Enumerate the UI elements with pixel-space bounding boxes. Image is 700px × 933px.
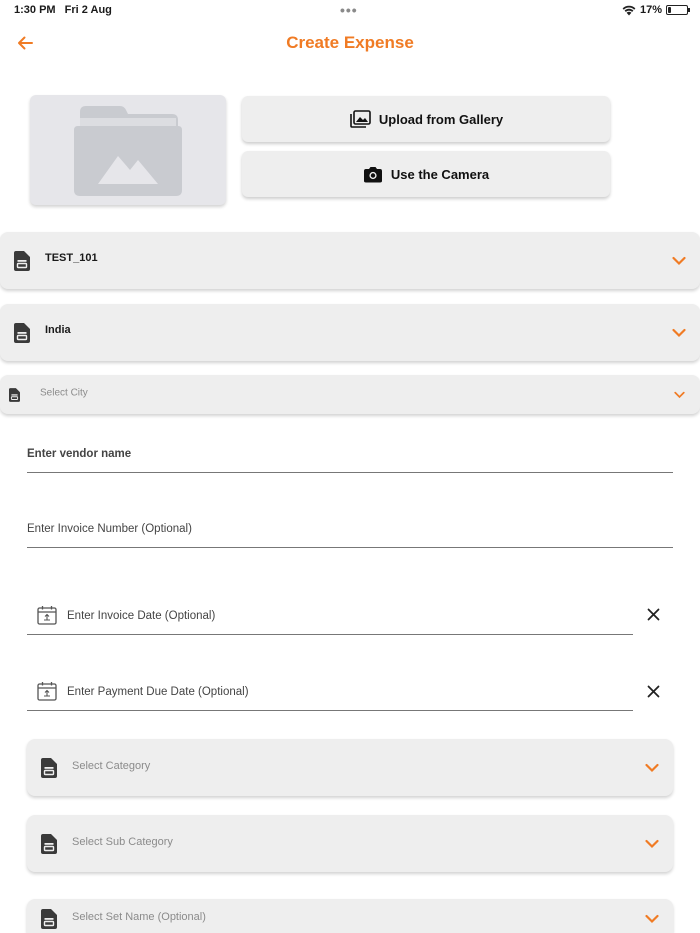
- category-select-placeholder: Select Category: [72, 759, 151, 772]
- vendor-name-field[interactable]: Enter vendor name: [27, 430, 673, 473]
- receipt-image-preview[interactable]: [30, 95, 226, 205]
- invoice-number-field[interactable]: Enter Invoice Number (Optional): [27, 505, 673, 548]
- city-select[interactable]: Select City: [0, 375, 700, 414]
- payment-due-date-placeholder: Enter Payment Due Date (Optional): [67, 686, 249, 698]
- upload-from-gallery-label: Upload from Gallery: [378, 111, 504, 127]
- status-date: Fri 2 Aug: [64, 4, 112, 16]
- header: Create Expense: [0, 28, 700, 60]
- upload-from-gallery-button[interactable]: Upload from Gallery: [242, 96, 610, 142]
- wifi-icon: [622, 5, 636, 15]
- folder-image-icon: [74, 106, 182, 196]
- camera-icon: [363, 166, 382, 182]
- chevron-down-icon: [645, 839, 659, 848]
- payment-due-date-field[interactable]: Enter Payment Due Date (Optional): [27, 668, 633, 711]
- calendar-icon: [37, 682, 57, 701]
- chevron-down-icon: [645, 914, 659, 924]
- invoice-number-placeholder: Enter Invoice Number (Optional): [27, 523, 192, 535]
- document-icon: [41, 833, 57, 854]
- status-left: 1:30 PM Fri 2 Aug: [14, 4, 118, 16]
- document-icon: [41, 909, 57, 929]
- calendar-icon: [37, 606, 57, 625]
- page-title: Create Expense: [286, 33, 414, 52]
- gallery-icon: [350, 110, 371, 128]
- invoice-date-placeholder: Enter Invoice Date (Optional): [67, 610, 216, 622]
- clear-invoice-date-button[interactable]: [642, 603, 664, 625]
- chevron-down-icon: [674, 391, 685, 398]
- sub-category-select[interactable]: Select Sub Category: [27, 815, 673, 872]
- chevron-down-icon: [672, 256, 686, 265]
- multitasking-dots-icon[interactable]: •••: [340, 2, 358, 18]
- category-select[interactable]: Select Category: [27, 739, 673, 796]
- country-select[interactable]: India: [0, 304, 700, 361]
- invoice-date-field[interactable]: Enter Invoice Date (Optional): [27, 592, 633, 635]
- document-icon: [9, 387, 20, 402]
- battery-percent: 17%: [639, 4, 662, 16]
- status-bar: 1:30 PM Fri 2 Aug ••• 17%: [0, 0, 700, 22]
- status-right: 17%: [622, 4, 690, 16]
- project-select-value: TEST_101: [45, 251, 98, 264]
- close-icon: [647, 685, 659, 697]
- city-select-placeholder: Select City: [40, 387, 88, 398]
- sub-category-select-placeholder: Select Sub Category: [72, 835, 173, 848]
- document-icon: [41, 757, 57, 778]
- set-name-select-placeholder: Select Set Name (Optional): [72, 911, 206, 923]
- use-camera-label: Use the Camera: [390, 166, 490, 182]
- chevron-down-icon: [645, 763, 659, 772]
- chevron-down-icon: [672, 328, 686, 337]
- country-select-value: India: [45, 323, 71, 336]
- document-icon: [14, 250, 30, 271]
- close-icon: [647, 608, 659, 620]
- use-camera-button[interactable]: Use the Camera: [242, 151, 610, 197]
- document-icon: [14, 322, 30, 343]
- battery-icon: [666, 5, 690, 15]
- project-select[interactable]: TEST_101: [0, 232, 700, 289]
- clear-payment-due-date-button[interactable]: [642, 680, 664, 702]
- set-name-select[interactable]: Select Set Name (Optional): [27, 899, 673, 933]
- vendor-name-placeholder: Enter vendor name: [27, 448, 132, 460]
- status-time: 1:30 PM: [14, 4, 56, 16]
